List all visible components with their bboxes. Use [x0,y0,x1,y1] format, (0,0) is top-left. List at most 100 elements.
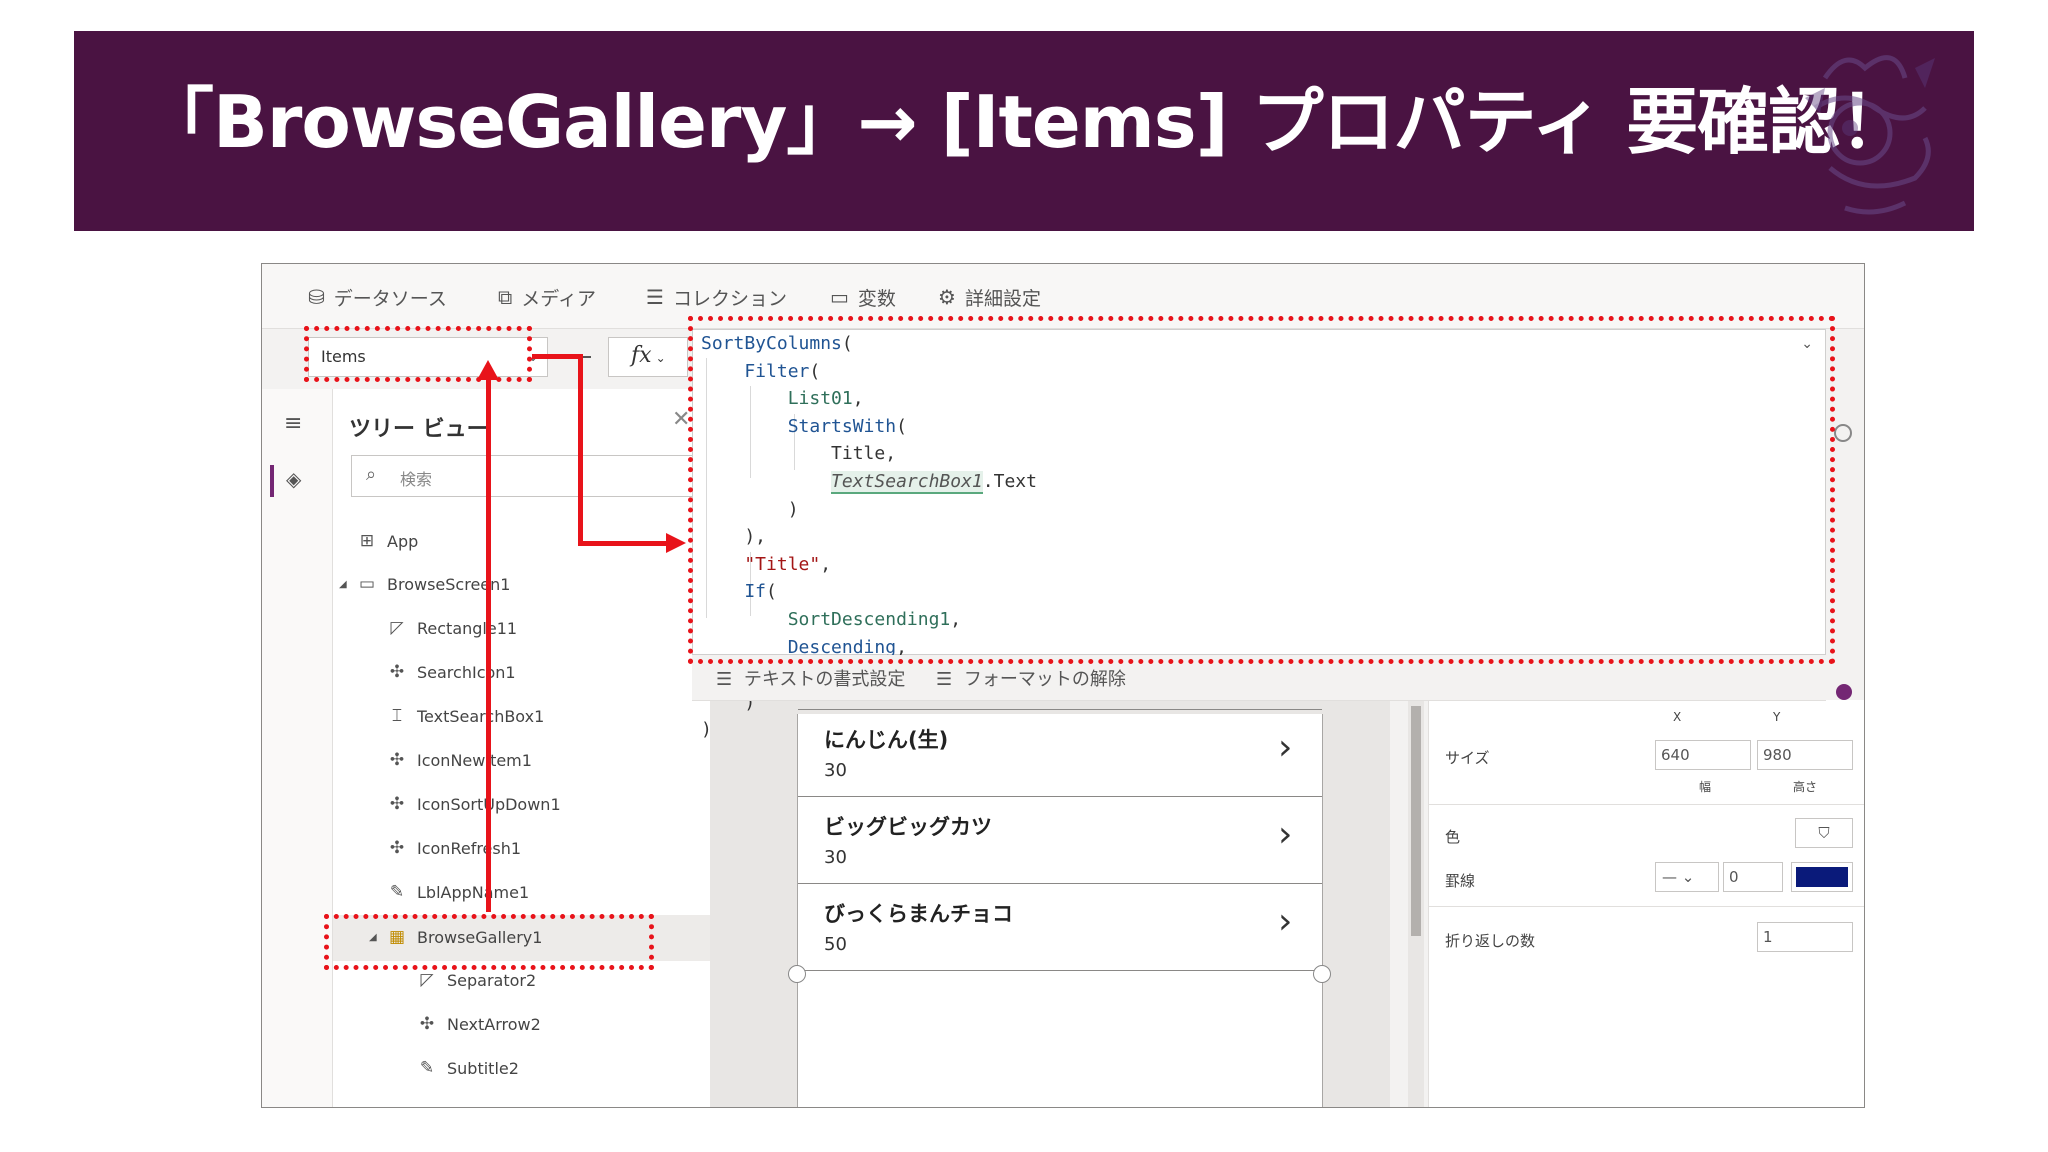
highlight-formula [688,316,1835,664]
database-icon: ⛁ [308,285,325,309]
paint-bucket-icon[interactable]: ⛉ [1795,818,1853,848]
cmd-label: 変数 [857,287,896,310]
tree-item-iconnewitem1[interactable]: ✣ IconNewItem1 [385,745,532,775]
tree-item-label: LblAppName1 [417,882,530,902]
cmd-variables[interactable]: ▭ 変数 [830,284,896,310]
border-width-input[interactable]: 0 [1723,862,1783,892]
cmd-advanced-settings[interactable]: ⚙ 詳細設定 [938,284,1041,310]
screen-icon: ▭ [358,574,376,594]
collection-icon: ☰ [646,285,664,309]
remove-format-button[interactable]: ☰ フォーマットの解除 [936,665,1126,691]
left-rail: ≡ ◈ [262,389,333,1107]
gallery-item-subtitle: 30 [824,847,847,868]
cmd-label: 詳細設定 [964,287,1041,310]
tree-item-label: TextSearchBox1 [417,706,545,726]
circle-icon [1834,424,1852,442]
border-style-dropdown[interactable]: — ⌄ [1655,862,1719,892]
variable-icon: ▭ [830,285,849,309]
remove-format-icon: ☰ [936,669,953,690]
height-input[interactable]: 980 [1757,740,1853,770]
divider [1429,906,1864,907]
tree-item-nextarrow2[interactable]: ✣ NextArrow2 [415,1009,541,1039]
cmd-label: コレクション [672,287,787,310]
gallery-item[interactable]: びっくらまんチョコ 50 › [798,883,1322,970]
tree-item-rectangle11[interactable]: ◸ Rectangle11 [385,613,517,643]
arrow-head-right-icon [666,533,686,553]
gallery-item-subtitle: 30 [824,760,847,781]
icon-control-icon: ✣ [389,662,405,682]
cmd-label: データソース [333,287,447,310]
cmd-media[interactable]: ⧉ メディア [498,284,596,310]
cmd-label: メディア [521,287,596,310]
search-placeholder: 検索 [400,470,433,489]
fx-label: fx [631,343,652,368]
tree-search-box[interactable]: ⌕ 検索 [351,455,731,497]
arrow-shaft-vertical [486,366,491,912]
canvas-scroll-track [1408,700,1424,1107]
tree-item-label: BrowseScreen1 [387,574,511,594]
tree-view-title: ツリー ビュー [349,417,489,442]
format-text-button[interactable]: ☰ テキストの書式設定 [716,665,905,691]
wrap-count-input[interactable]: 1 [1757,922,1853,952]
app-icon: ⊞ [359,531,375,551]
tree-item-iconsortupdown1[interactable]: ✣ IconSortUpDown1 [385,789,561,819]
gallery-item[interactable]: ビッグビッグカツ 30 › [798,796,1322,883]
gallery-item-title: びっくらまんチョコ [824,902,1013,926]
formula-token: ) [701,719,712,741]
divider [1429,804,1864,805]
settings-icon: ⚙ [938,285,956,309]
height-caption: 高さ [1793,780,1818,794]
tree-item-label: Separator2 [447,970,537,990]
tree-item-label: Rectangle11 [417,618,518,638]
collapse-triangle-icon: ◢ [339,578,347,590]
tree-item-searchicon1[interactable]: ✣ SearchIcon1 [385,657,516,687]
tree-item-label: SearchIcon1 [417,662,516,682]
chevron-down-icon: ⌄ [655,351,666,365]
hamburger-menu-icon[interactable]: ≡ [284,411,302,436]
tree-item-lblappname1[interactable]: ✎ LblAppName1 [385,877,529,907]
arrow-shaft-horizontal [532,354,583,359]
width-caption: 幅 [1699,780,1712,794]
formula-line: ) [701,716,1833,744]
next-arrow-icon[interactable]: › [1278,815,1292,855]
gallery-item-partial [798,970,1322,1057]
gallery-preview: にんじん(生) 30 › ビッグビッグカツ 30 › びっくらまんチョコ 50 … [797,709,1323,1107]
tree-item-label: IconRefresh1 [417,838,522,858]
width-input[interactable]: 640 [1655,740,1751,770]
copilot-icon[interactable] [1836,684,1852,700]
remove-format-label: フォーマットの解除 [963,669,1126,690]
resize-handle[interactable] [1313,965,1331,983]
icon-control-icon: ✣ [419,1014,435,1034]
border-label: 罫線 [1445,872,1476,890]
border-color-picker[interactable] [1791,862,1853,892]
icon-control-icon: ✣ [389,750,405,770]
fx-button[interactable]: fx ⌄ [608,337,688,377]
next-arrow-icon[interactable]: › [1278,902,1292,942]
format-icon: ☰ [716,669,733,690]
tree-item-subtitle2[interactable]: ✎ Subtitle2 [415,1053,519,1083]
layers-icon[interactable]: ◈ [286,467,301,491]
shape-icon: ◸ [420,970,434,990]
tree-item-browsescreen1[interactable]: ◢ ▭ BrowseScreen1 [339,569,510,599]
gallery-item-title: ビッグビッグカツ [824,815,992,839]
banner-title: 「BrowseGallery」→ [Items] プロパティ 要確認！ [142,80,1911,164]
tree-item-label: IconNewItem1 [417,750,532,770]
size-label: サイズ [1445,749,1490,767]
studio-screenshot: ⛁ データソース ⧉ メディア ☰ コレクション ▭ 変数 ⚙ 詳細設定 Ite… [261,263,1865,1108]
cmd-data-source[interactable]: ⛁ データソース [308,284,447,310]
tree-item-iconrefresh1[interactable]: ✣ IconRefresh1 [385,833,521,863]
media-icon: ⧉ [498,285,513,309]
tree-item-app[interactable]: ⊞ App [355,526,418,556]
arrow-head-up-icon [477,360,499,380]
tree-view-panel: ツリー ビュー ⌕ 検索 ⊞ App ◢ ▭ BrowseScreen1 ◸ R… [333,389,733,1107]
tree-item-textsearchbox1[interactable]: ⌶ TextSearchBox1 [385,701,544,731]
active-indicator [270,465,274,497]
highlight-browsegallery1 [324,914,654,970]
textinput-icon: ⌶ [391,706,403,726]
icon-control-icon: ✣ [389,838,405,858]
label-icon: ✎ [419,1058,435,1078]
resize-handle[interactable] [788,965,806,983]
tree-item-label: App [387,531,419,551]
cmd-collection[interactable]: ☰ コレクション [646,284,787,310]
border-color-swatch [1796,867,1848,887]
